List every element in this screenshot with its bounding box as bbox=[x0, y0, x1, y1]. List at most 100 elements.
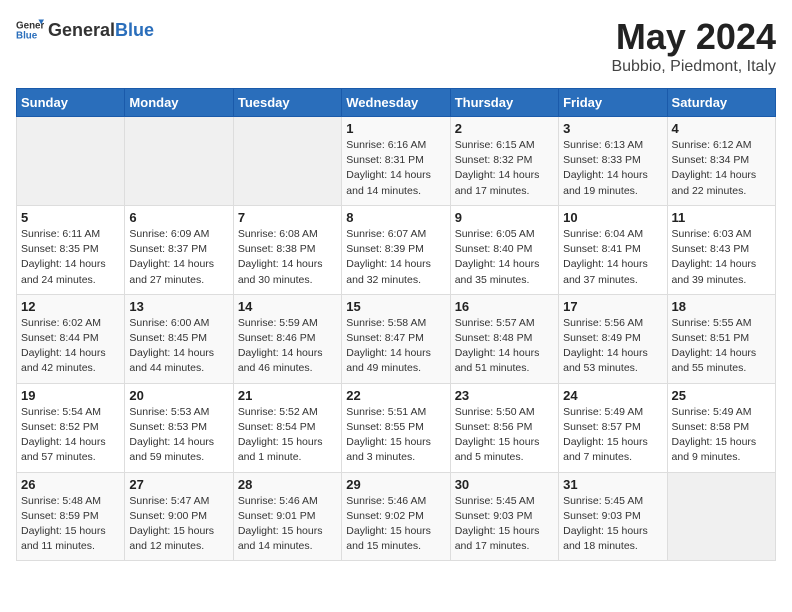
day-number: 12 bbox=[21, 299, 120, 314]
calendar-cell: 7 Sunrise: 6:08 AMSunset: 8:38 PMDaylight… bbox=[233, 205, 341, 294]
day-number: 14 bbox=[238, 299, 337, 314]
day-info: Sunrise: 5:50 AMSunset: 8:56 PMDaylight:… bbox=[455, 405, 554, 466]
day-info: Sunrise: 6:04 AMSunset: 8:41 PMDaylight:… bbox=[563, 227, 662, 288]
day-number: 27 bbox=[129, 477, 228, 492]
calendar-cell: 10 Sunrise: 6:04 AMSunset: 8:41 PMDayligh… bbox=[559, 205, 667, 294]
calendar-header-row: Sunday Monday Tuesday Wednesday Thursday… bbox=[17, 89, 776, 117]
day-number: 28 bbox=[238, 477, 337, 492]
calendar-cell: 16 Sunrise: 5:57 AMSunset: 8:48 PMDayligh… bbox=[450, 294, 558, 383]
page-header: General Blue General Blue May 2024 Bubbi… bbox=[16, 16, 776, 76]
day-info: Sunrise: 6:11 AMSunset: 8:35 PMDaylight:… bbox=[21, 227, 120, 288]
day-info: Sunrise: 6:07 AMSunset: 8:39 PMDaylight:… bbox=[346, 227, 445, 288]
logo-general-text: General bbox=[48, 20, 115, 41]
calendar-cell bbox=[17, 117, 125, 206]
day-info: Sunrise: 5:45 AMSunset: 9:03 PMDaylight:… bbox=[455, 494, 554, 555]
calendar-cell: 18 Sunrise: 5:55 AMSunset: 8:51 PMDayligh… bbox=[667, 294, 775, 383]
day-number: 10 bbox=[563, 210, 662, 225]
calendar-cell: 9 Sunrise: 6:05 AMSunset: 8:40 PMDaylight… bbox=[450, 205, 558, 294]
logo-blue-text: Blue bbox=[115, 20, 154, 41]
calendar-cell: 22 Sunrise: 5:51 AMSunset: 8:55 PMDayligh… bbox=[342, 383, 450, 472]
day-number: 11 bbox=[672, 210, 771, 225]
calendar-cell bbox=[667, 472, 775, 561]
calendar-cell: 2Sunrise: 6:15 AMSunset: 8:32 PMDaylight… bbox=[450, 117, 558, 206]
day-info: Sunrise: 5:45 AMSunset: 9:03 PMDaylight:… bbox=[563, 494, 662, 555]
calendar-week-row: 12Sunrise: 6:02 AMSunset: 8:44 PMDayligh… bbox=[17, 294, 776, 383]
day-number: 7 bbox=[238, 210, 337, 225]
day-info: Sunrise: 5:46 AMSunset: 9:01 PMDaylight:… bbox=[238, 494, 337, 555]
calendar-cell: 5 Sunrise: 6:11 AMSunset: 8:35 PMDaylight… bbox=[17, 205, 125, 294]
day-info: Sunrise: 5:59 AMSunset: 8:46 PMDaylight:… bbox=[238, 316, 337, 377]
day-number: 29 bbox=[346, 477, 445, 492]
day-info: Sunrise: 6:05 AMSunset: 8:40 PMDaylight:… bbox=[455, 227, 554, 288]
calendar-cell: 31 Sunrise: 5:45 AMSunset: 9:03 PMDayligh… bbox=[559, 472, 667, 561]
calendar-cell: 13Sunrise: 6:00 AMSunset: 8:45 PMDayligh… bbox=[125, 294, 233, 383]
day-number: 18 bbox=[672, 299, 771, 314]
calendar-cell: 1Sunrise: 6:16 AMSunset: 8:31 PMDaylight… bbox=[342, 117, 450, 206]
day-number: 16 bbox=[455, 299, 554, 314]
day-info: Sunrise: 5:56 AMSunset: 8:49 PMDaylight:… bbox=[563, 316, 662, 377]
header-sunday: Sunday bbox=[17, 89, 125, 117]
day-number: 17 bbox=[563, 299, 662, 314]
day-number: 20 bbox=[129, 388, 228, 403]
day-number: 30 bbox=[455, 477, 554, 492]
calendar-cell: 14 Sunrise: 5:59 AMSunset: 8:46 PMDayligh… bbox=[233, 294, 341, 383]
calendar-title: May 2024 bbox=[611, 16, 776, 58]
day-number: 1 bbox=[346, 121, 445, 136]
day-number: 5 bbox=[21, 210, 120, 225]
day-info: Sunrise: 5:52 AMSunset: 8:54 PMDaylight:… bbox=[238, 405, 337, 466]
calendar-week-row: 1Sunrise: 6:16 AMSunset: 8:31 PMDaylight… bbox=[17, 117, 776, 206]
day-info: Sunrise: 6:08 AMSunset: 8:38 PMDaylight:… bbox=[238, 227, 337, 288]
calendar-cell: 24Sunrise: 5:49 AMSunset: 8:57 PMDayligh… bbox=[559, 383, 667, 472]
day-info: Sunrise: 5:58 AMSunset: 8:47 PMDaylight:… bbox=[346, 316, 445, 377]
day-info: Sunrise: 5:49 AMSunset: 8:57 PMDaylight:… bbox=[563, 405, 662, 466]
day-info: Sunrise: 6:09 AMSunset: 8:37 PMDaylight:… bbox=[129, 227, 228, 288]
calendar-cell: 29 Sunrise: 5:46 AMSunset: 9:02 PMDayligh… bbox=[342, 472, 450, 561]
day-info: Sunrise: 6:13 AMSunset: 8:33 PMDaylight:… bbox=[563, 138, 662, 199]
calendar-cell: 20 Sunrise: 5:53 AMSunset: 8:53 PMDayligh… bbox=[125, 383, 233, 472]
svg-text:Blue: Blue bbox=[16, 30, 38, 41]
day-number: 25 bbox=[672, 388, 771, 403]
title-block: May 2024 Bubbio, Piedmont, Italy bbox=[611, 16, 776, 76]
calendar-cell: 4Sunrise: 6:12 AMSunset: 8:34 PMDaylight… bbox=[667, 117, 775, 206]
day-number: 3 bbox=[563, 121, 662, 136]
day-info: Sunrise: 5:53 AMSunset: 8:53 PMDaylight:… bbox=[129, 405, 228, 466]
calendar-cell: 21Sunrise: 5:52 AMSunset: 8:54 PMDayligh… bbox=[233, 383, 341, 472]
day-number: 15 bbox=[346, 299, 445, 314]
day-number: 19 bbox=[21, 388, 120, 403]
day-number: 6 bbox=[129, 210, 228, 225]
logo: General Blue General Blue bbox=[16, 16, 154, 44]
calendar-cell: 23Sunrise: 5:50 AMSunset: 8:56 PMDayligh… bbox=[450, 383, 558, 472]
calendar-cell: 11Sunrise: 6:03 AMSunset: 8:43 PMDayligh… bbox=[667, 205, 775, 294]
day-number: 8 bbox=[346, 210, 445, 225]
day-number: 31 bbox=[563, 477, 662, 492]
day-info: Sunrise: 5:57 AMSunset: 8:48 PMDaylight:… bbox=[455, 316, 554, 377]
calendar-cell: 28 Sunrise: 5:46 AMSunset: 9:01 PMDayligh… bbox=[233, 472, 341, 561]
logo-icon: General Blue bbox=[16, 16, 44, 44]
day-info: Sunrise: 5:54 AMSunset: 8:52 PMDaylight:… bbox=[21, 405, 120, 466]
calendar-cell: 3 Sunrise: 6:13 AMSunset: 8:33 PMDaylight… bbox=[559, 117, 667, 206]
calendar-table: Sunday Monday Tuesday Wednesday Thursday… bbox=[16, 88, 776, 561]
header-saturday: Saturday bbox=[667, 89, 775, 117]
calendar-cell: 15 Sunrise: 5:58 AMSunset: 8:47 PMDayligh… bbox=[342, 294, 450, 383]
day-number: 13 bbox=[129, 299, 228, 314]
calendar-cell: 6 Sunrise: 6:09 AMSunset: 8:37 PMDaylight… bbox=[125, 205, 233, 294]
day-info: Sunrise: 5:49 AMSunset: 8:58 PMDaylight:… bbox=[672, 405, 771, 466]
day-info: Sunrise: 5:55 AMSunset: 8:51 PMDaylight:… bbox=[672, 316, 771, 377]
day-info: Sunrise: 5:51 AMSunset: 8:55 PMDaylight:… bbox=[346, 405, 445, 466]
calendar-week-row: 5 Sunrise: 6:11 AMSunset: 8:35 PMDaylight… bbox=[17, 205, 776, 294]
calendar-cell: 8 Sunrise: 6:07 AMSunset: 8:39 PMDaylight… bbox=[342, 205, 450, 294]
calendar-cell: 27Sunrise: 5:47 AMSunset: 9:00 PMDayligh… bbox=[125, 472, 233, 561]
calendar-cell bbox=[233, 117, 341, 206]
calendar-cell: 25 Sunrise: 5:49 AMSunset: 8:58 PMDayligh… bbox=[667, 383, 775, 472]
day-number: 9 bbox=[455, 210, 554, 225]
calendar-cell: 17 Sunrise: 5:56 AMSunset: 8:49 PMDayligh… bbox=[559, 294, 667, 383]
calendar-cell: 19 Sunrise: 5:54 AMSunset: 8:52 PMDayligh… bbox=[17, 383, 125, 472]
day-info: Sunrise: 5:46 AMSunset: 9:02 PMDaylight:… bbox=[346, 494, 445, 555]
header-wednesday: Wednesday bbox=[342, 89, 450, 117]
day-number: 22 bbox=[346, 388, 445, 403]
header-monday: Monday bbox=[125, 89, 233, 117]
day-info: Sunrise: 5:48 AMSunset: 8:59 PMDaylight:… bbox=[21, 494, 120, 555]
day-number: 2 bbox=[455, 121, 554, 136]
header-tuesday: Tuesday bbox=[233, 89, 341, 117]
calendar-subtitle: Bubbio, Piedmont, Italy bbox=[611, 58, 776, 76]
